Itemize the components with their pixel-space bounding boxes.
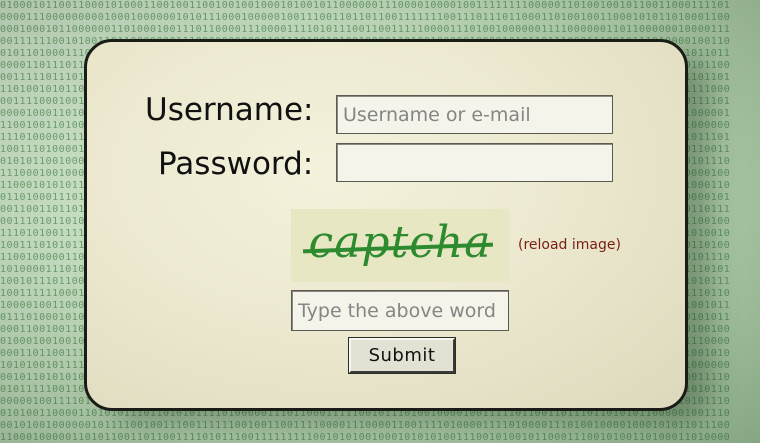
username-input[interactable] (336, 95, 613, 134)
password-label: Password: (158, 146, 314, 182)
binary-row: 0000111000000000100010000001010111000100… (0, 12, 731, 23)
username-label: Username: (145, 92, 314, 128)
submit-button[interactable]: Submit (348, 337, 456, 374)
password-input[interactable] (336, 143, 613, 182)
binary-row: 0001000101100000011010001001110110000111… (0, 24, 731, 35)
binary-row: 0100010110011000101000110010011001001001… (0, 0, 731, 11)
captcha-image: captcha (291, 209, 509, 282)
binary-row: 1100010000011010110011011001111010111001… (0, 432, 731, 443)
captcha-input[interactable] (291, 290, 509, 331)
reload-image-link[interactable]: (reload image) (518, 237, 621, 253)
